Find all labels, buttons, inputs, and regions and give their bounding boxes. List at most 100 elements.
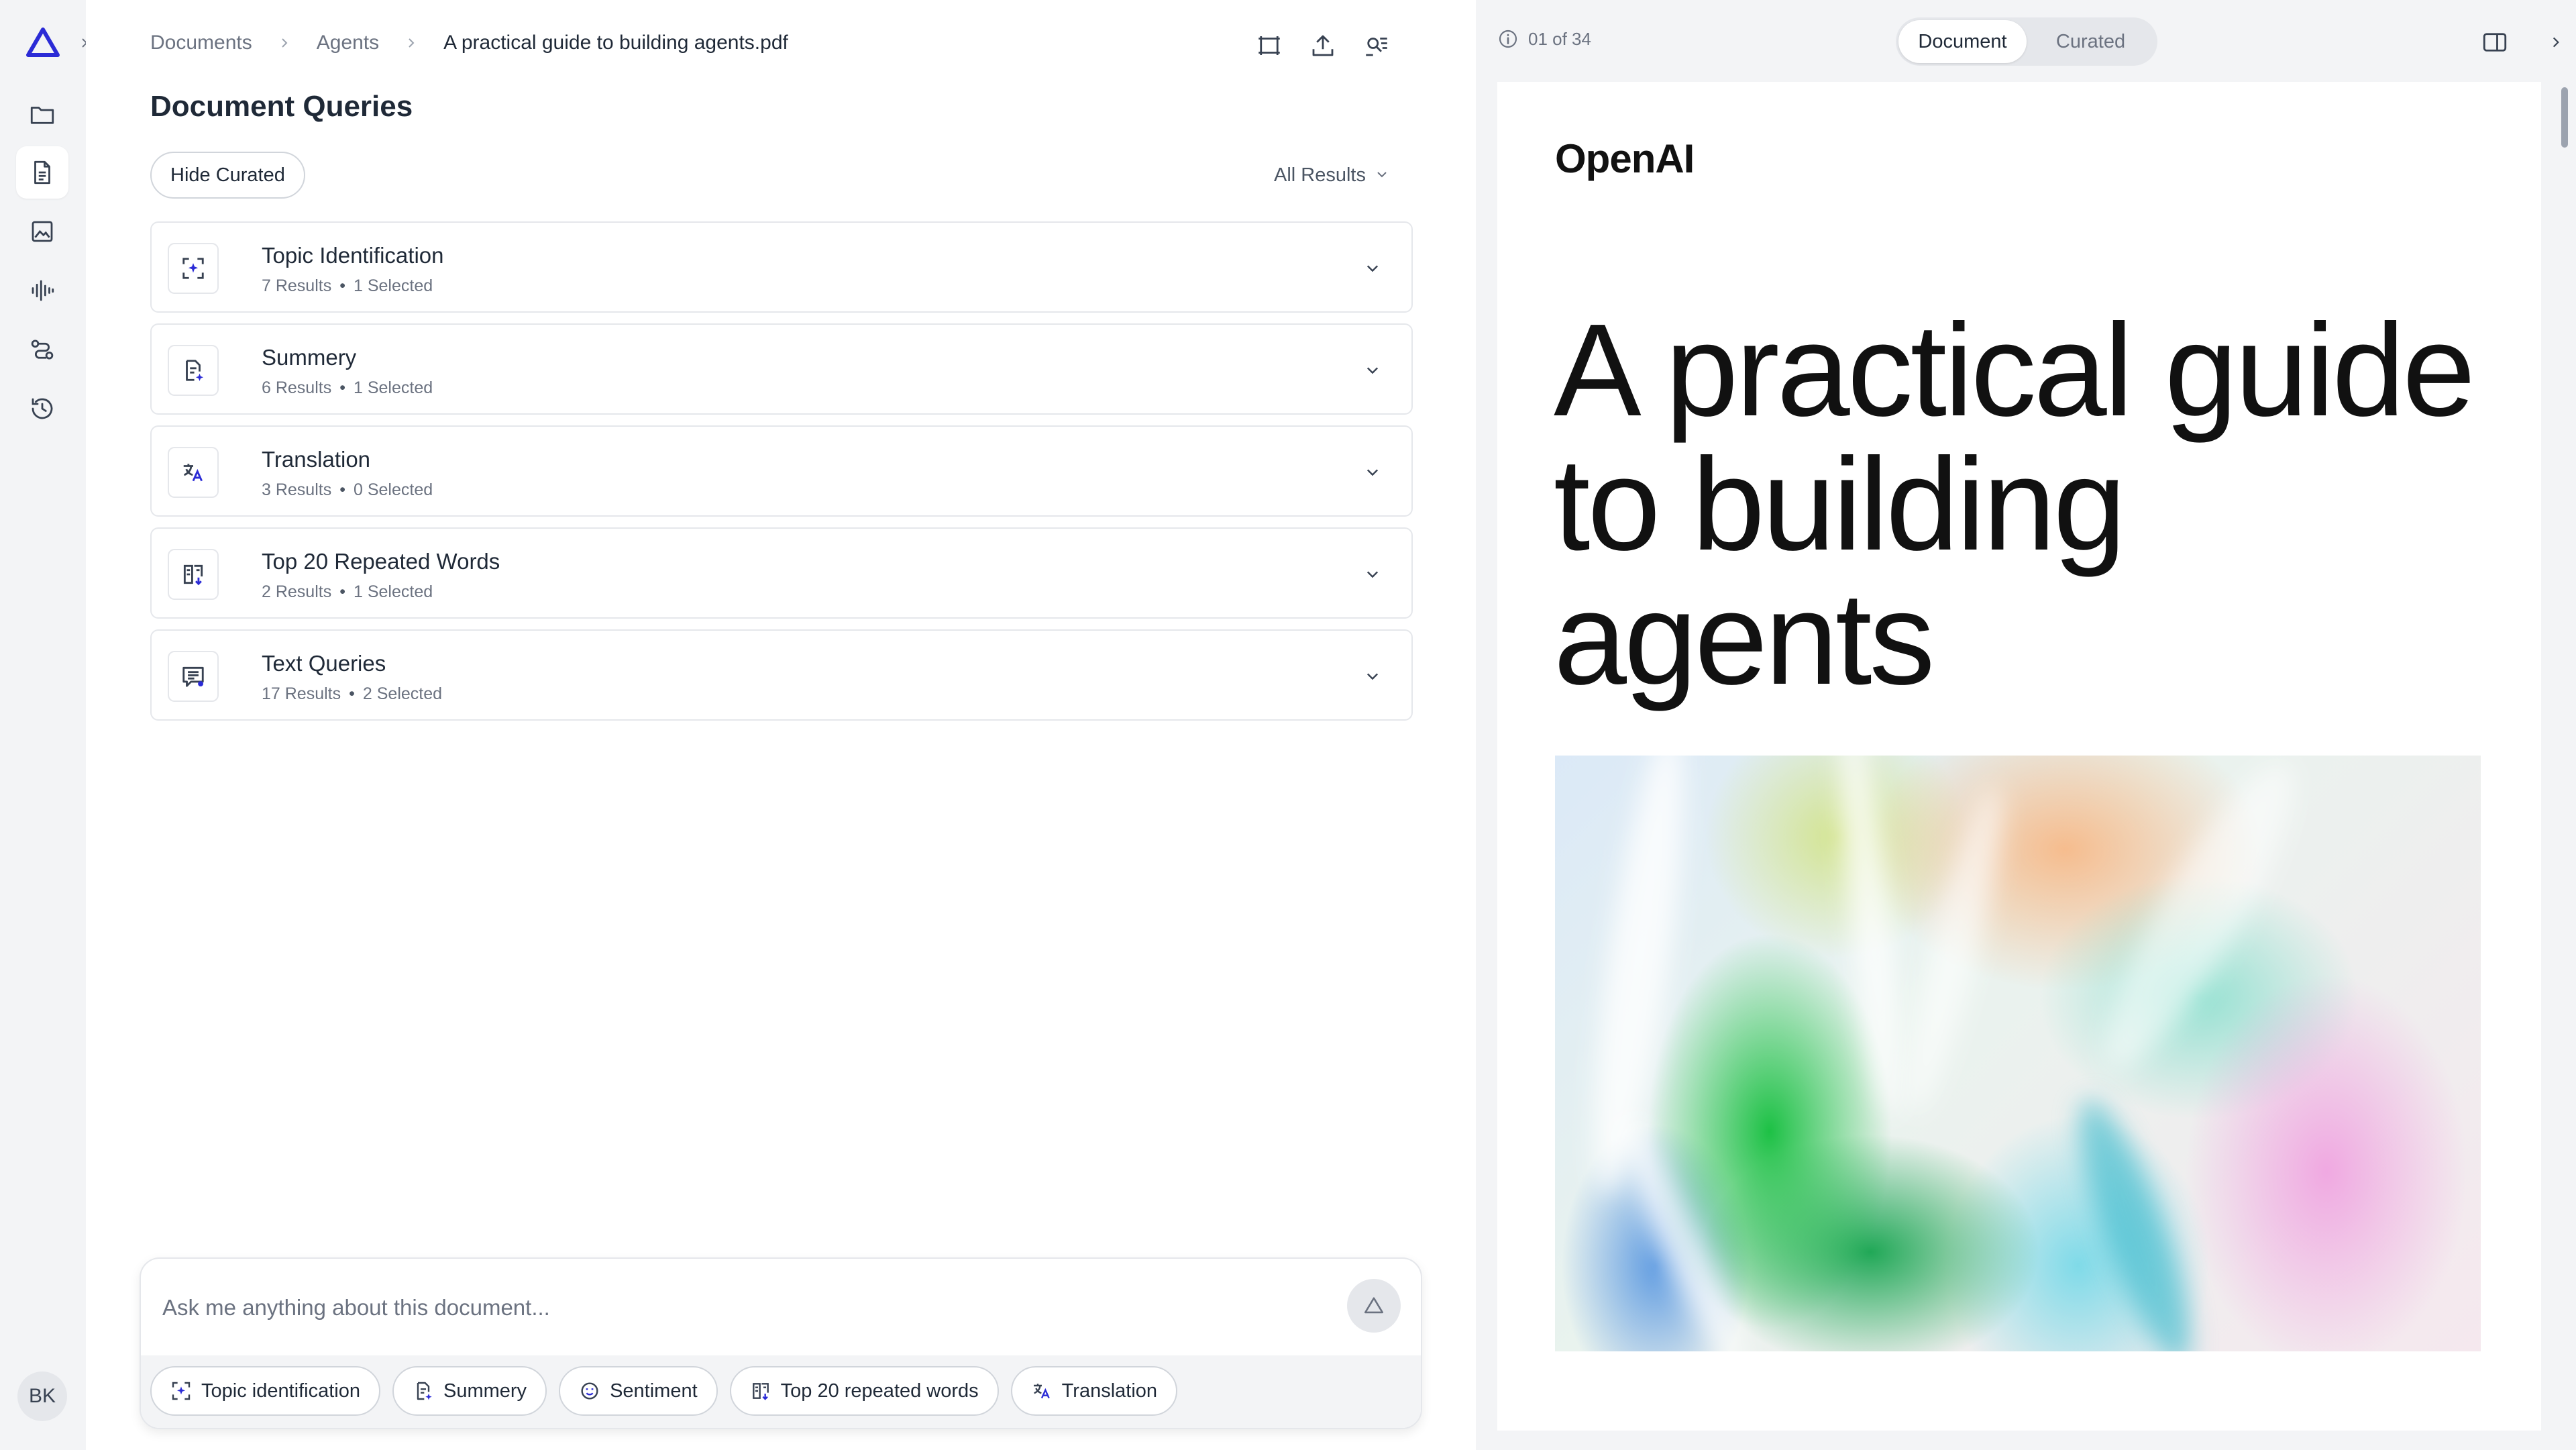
quick-action-label: Summery bbox=[443, 1380, 527, 1402]
query-card-topic-identification[interactable]: Topic Identification 7 Results • 1 Selecte… bbox=[150, 221, 1413, 313]
results-count: 6 Results bbox=[262, 378, 332, 397]
separator-dot: • bbox=[339, 480, 345, 499]
page-indicator: 01 of 34 bbox=[1497, 28, 1591, 50]
info-icon bbox=[1499, 30, 1517, 48]
quick-action-top-20-repeated-words[interactable]: Top 20 repeated words bbox=[729, 1366, 999, 1416]
results-count: 17 Results bbox=[262, 684, 341, 703]
folder-icon[interactable] bbox=[16, 89, 68, 141]
workflow-icon[interactable] bbox=[16, 323, 68, 376]
document-viewer: 01 of 34 Document Curated OpenAI A pract… bbox=[1476, 0, 2576, 1450]
repeated-words-icon bbox=[168, 549, 219, 600]
query-list: Topic Identification 7 Results • 1 Selecte… bbox=[150, 221, 1413, 731]
side-panel-icon[interactable] bbox=[2479, 27, 2510, 58]
frame-icon[interactable] bbox=[1250, 27, 1288, 64]
artwork-streak bbox=[1829, 756, 1912, 1119]
selected-count: 0 Selected bbox=[353, 480, 433, 499]
avatar[interactable]: BK bbox=[17, 1371, 67, 1421]
upload-icon[interactable] bbox=[1304, 27, 1342, 64]
selected-count: 2 Selected bbox=[362, 684, 443, 703]
quick-action-translation[interactable]: Translation bbox=[1010, 1366, 1178, 1416]
query-title: Topic Identification bbox=[262, 243, 444, 268]
selected-count: 1 Selected bbox=[353, 582, 433, 601]
quick-action-label: Sentiment bbox=[610, 1380, 698, 1402]
translate-icon bbox=[1033, 1384, 1050, 1399]
history-icon[interactable] bbox=[16, 382, 68, 435]
artwork-streak bbox=[1890, 781, 2018, 1119]
document-heading: A practical guide to building agents bbox=[1554, 297, 2475, 712]
cover-artwork-image bbox=[1555, 756, 2481, 1351]
chevron-down-icon[interactable] bbox=[1360, 358, 1385, 382]
image-icon[interactable] bbox=[16, 205, 68, 258]
breadcrumb-agents[interactable]: Agents bbox=[317, 32, 379, 54]
query-card-translation[interactable]: Translation 3 Results • 0 Selected bbox=[150, 425, 1413, 517]
query-card-summery[interactable]: Summery 6 Results • 1 Selected bbox=[150, 323, 1413, 415]
text-query-icon bbox=[168, 651, 219, 702]
search-list-icon[interactable] bbox=[1358, 27, 1395, 64]
breadcrumb-documents[interactable]: Documents bbox=[150, 32, 252, 54]
topic-scan-icon bbox=[172, 1382, 191, 1400]
query-meta: 7 Results • 1 Selected bbox=[262, 276, 433, 296]
query-title: Text Queries bbox=[262, 651, 386, 676]
separator-dot: • bbox=[349, 684, 355, 703]
results-count: 3 Results bbox=[262, 480, 332, 499]
results-filter-label: All Results bbox=[1274, 164, 1366, 186]
chevron-down-icon bbox=[1375, 164, 1389, 187]
chat-composer: Topic identification Summery Sentiment T… bbox=[140, 1257, 1422, 1429]
query-title: Top 20 Repeated Words bbox=[262, 549, 500, 574]
query-meta: 3 Results • 0 Selected bbox=[262, 480, 433, 500]
results-count: 7 Results bbox=[262, 276, 332, 295]
quick-action-label: Top 20 repeated words bbox=[780, 1380, 979, 1402]
breadcrumb-current: A practical guide to building agents.pdf bbox=[443, 32, 788, 54]
toolbar bbox=[1250, 27, 1395, 64]
topic-scan-icon bbox=[168, 243, 219, 294]
chevron-down-icon[interactable] bbox=[1360, 256, 1385, 280]
repeated-words-icon bbox=[752, 1383, 769, 1400]
quick-action-topic-identification[interactable]: Topic identification bbox=[150, 1366, 380, 1416]
selected-count: 1 Selected bbox=[353, 378, 433, 397]
summary-doc-icon bbox=[168, 345, 219, 396]
artwork-streak bbox=[1605, 1108, 1760, 1351]
quick-action-summery[interactable]: Summery bbox=[392, 1366, 547, 1416]
quick-action-sentiment[interactable]: Sentiment bbox=[559, 1366, 718, 1416]
chevron-down-icon[interactable] bbox=[1360, 664, 1385, 688]
separator-dot: • bbox=[339, 276, 345, 295]
document-logo: OpenAI bbox=[1555, 136, 1695, 181]
sentiment-icon bbox=[581, 1382, 598, 1400]
chevron-down-icon[interactable] bbox=[1360, 562, 1385, 586]
separator-dot: • bbox=[339, 582, 345, 601]
chevron-right-icon bbox=[405, 36, 418, 50]
page-indicator-text: 01 of 34 bbox=[1528, 28, 1591, 49]
app-logo-icon[interactable] bbox=[24, 25, 62, 59]
query-meta: 2 Results • 1 Selected bbox=[262, 582, 433, 602]
query-card-text-queries[interactable]: Text Queries 17 Results • 2 Selected bbox=[150, 629, 1413, 721]
quick-actions-bar: Topic identification Summery Sentiment T… bbox=[141, 1355, 1421, 1428]
query-card-top-20-repeated-words[interactable]: Top 20 Repeated Words 2 Results • 1 Select… bbox=[150, 527, 1413, 619]
results-count: 2 Results bbox=[262, 582, 332, 601]
separator-dot: • bbox=[339, 378, 345, 397]
tab-document[interactable]: Document bbox=[1898, 20, 2027, 63]
query-title: Translation bbox=[262, 447, 371, 472]
selected-count: 1 Selected bbox=[353, 276, 433, 295]
tab-curated[interactable]: Curated bbox=[2027, 20, 2155, 63]
quick-action-label: Topic identification bbox=[201, 1380, 360, 1402]
document-queries-panel: Documents Agents A practical guide to bu… bbox=[86, 0, 1476, 1450]
artwork-streak bbox=[2058, 1089, 2212, 1351]
artwork-streak bbox=[2077, 756, 2321, 1088]
results-filter-dropdown[interactable]: All Results bbox=[1274, 161, 1389, 189]
hide-curated-button[interactable]: Hide Curated bbox=[150, 152, 305, 199]
chevron-down-icon[interactable] bbox=[1360, 460, 1385, 484]
query-title: Summery bbox=[262, 345, 357, 370]
chevron-right-icon[interactable] bbox=[2542, 27, 2569, 58]
view-toggle: Document Curated bbox=[1896, 17, 2157, 66]
send-triangle-icon bbox=[1364, 1297, 1384, 1314]
viewer-scrollbar[interactable] bbox=[2561, 87, 2568, 148]
ask-input[interactable] bbox=[161, 1287, 1264, 1329]
query-meta: 6 Results • 1 Selected bbox=[262, 378, 433, 398]
page-title: Document Queries bbox=[150, 90, 413, 123]
document-icon[interactable] bbox=[16, 146, 68, 199]
sidebar-rail: BK bbox=[0, 0, 88, 1450]
audio-wave-icon[interactable] bbox=[16, 264, 68, 317]
send-button[interactable] bbox=[1347, 1279, 1401, 1333]
translate-icon bbox=[168, 447, 219, 498]
summary-doc-icon bbox=[417, 1382, 432, 1400]
